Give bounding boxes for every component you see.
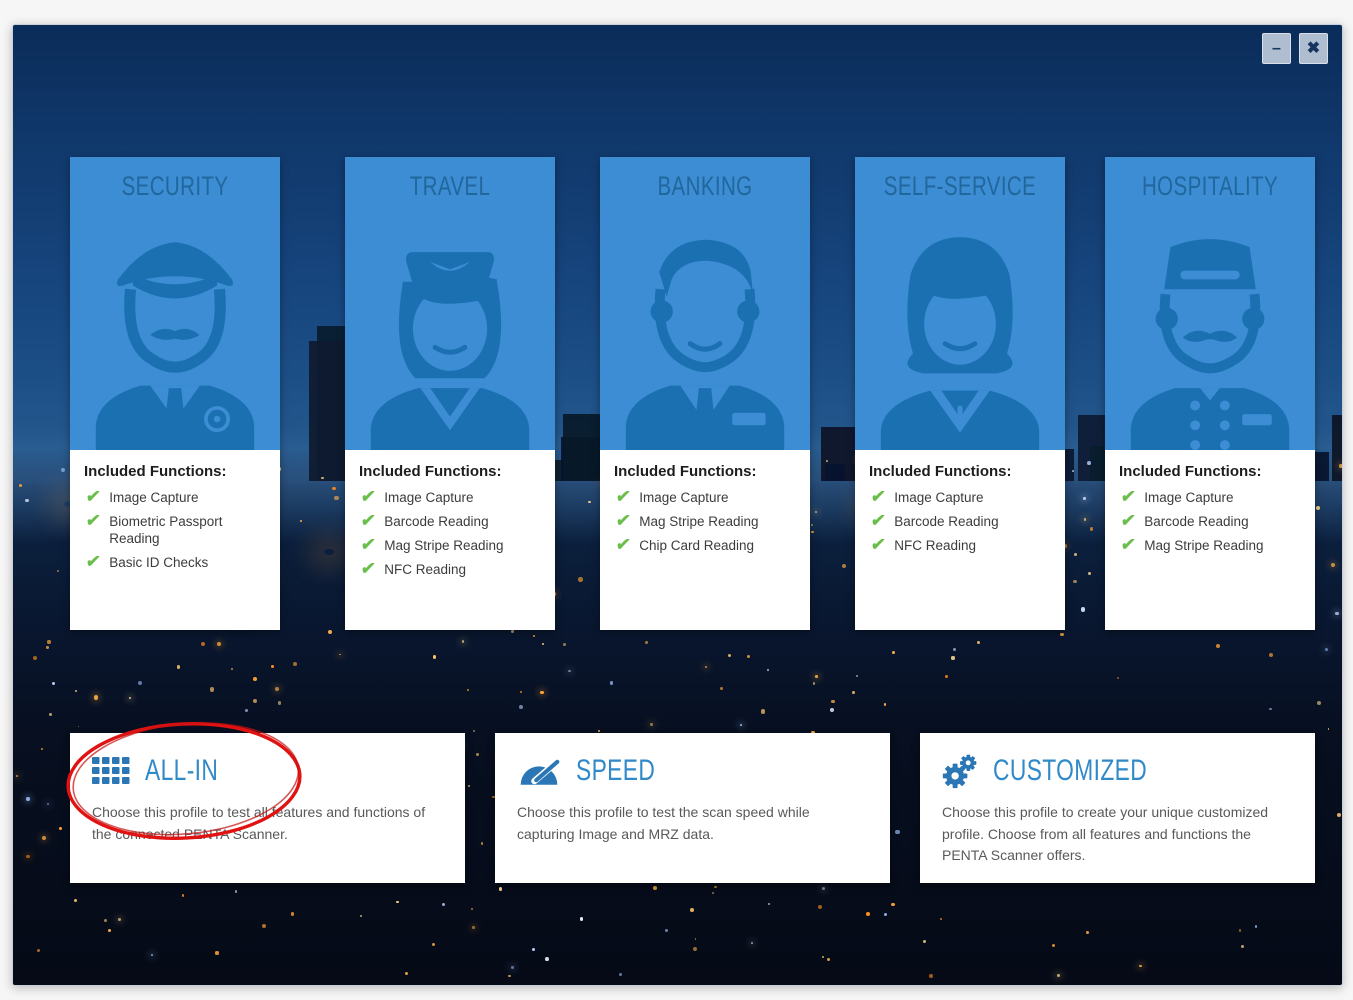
grid-icon (92, 757, 130, 786)
function-item: ✔Barcode Reading (359, 512, 543, 530)
check-icon: ✔ (1120, 512, 1137, 529)
check-icon: ✔ (85, 488, 102, 505)
check-icon: ✔ (1120, 488, 1137, 505)
check-icon: ✔ (360, 488, 377, 505)
close-button[interactable]: ✖ (1299, 33, 1328, 64)
mode-card-all-in[interactable]: ALL-IN Choose this profile to test all f… (70, 733, 465, 883)
check-icon: ✔ (360, 536, 377, 553)
check-icon: ✔ (870, 512, 887, 529)
mode-title: CUSTOMIZED (993, 754, 1147, 788)
functions-heading: Included Functions: (614, 463, 798, 480)
function-item: ✔Image Capture (614, 488, 798, 506)
security-card-header: SECURITY (70, 157, 280, 450)
minimize-button[interactable]: – (1262, 33, 1291, 64)
function-item: ✔Barcode Reading (1119, 512, 1303, 530)
small-gear (960, 755, 976, 771)
self-service-card-header: SELF-SERVICE (855, 157, 1065, 450)
police-officer-avatar (86, 215, 264, 450)
check-icon: ✔ (360, 512, 377, 529)
function-item: ✔Mag Stripe Reading (614, 512, 798, 530)
mode-header: ALL-IN (92, 753, 445, 789)
gears-icon (942, 753, 978, 789)
function-item: ✔Basic ID Checks (84, 553, 268, 571)
profile-title: SELF-SERVICE (880, 171, 1040, 202)
functions-list: ✔Image Capture ✔Barcode Reading ✔Mag Str… (1119, 488, 1303, 554)
functions-list: ✔Image Capture ✔Mag Stripe Reading ✔Chip… (614, 488, 798, 554)
function-item: ✔Biometric Passport Reading (84, 512, 268, 547)
function-item: ✔Image Capture (869, 488, 1053, 506)
banking-card-header: BANKING (600, 157, 810, 450)
mode-description: Choose this profile to create your uniqu… (942, 802, 1295, 867)
functions-heading: Included Functions: (1119, 463, 1303, 480)
travel-functions-panel: Included Functions: ✔Image Capture ✔Barc… (345, 450, 555, 630)
check-icon: ✔ (1120, 536, 1137, 553)
speedometer-icon (517, 755, 561, 787)
service-woman-avatar (871, 215, 1049, 450)
profile-title: BANKING (625, 171, 785, 202)
mode-card-speed[interactable]: SPEED Choose this profile to test the sc… (495, 733, 890, 883)
check-icon: ✔ (85, 512, 102, 529)
check-icon: ✔ (615, 536, 632, 553)
mode-description: Choose this profile to test the scan spe… (517, 802, 870, 845)
function-item: ✔Chip Card Reading (614, 536, 798, 554)
mode-title: SPEED (576, 754, 655, 788)
profile-title: SECURITY (95, 171, 255, 202)
mode-header: SPEED (517, 753, 870, 789)
bellhop-avatar (1121, 215, 1299, 450)
check-icon: ✔ (85, 553, 102, 570)
functions-list: ✔Image Capture ✔Barcode Reading ✔NFC Rea… (869, 488, 1053, 554)
function-item: ✔Barcode Reading (869, 512, 1053, 530)
profile-title: TRAVEL (370, 171, 530, 202)
profile-card-banking[interactable]: BANKING Included Functions: ✔Image Captu… (600, 157, 810, 630)
businessman-avatar (616, 215, 794, 450)
banking-functions-panel: Included Functions: ✔Image Capture ✔Mag … (600, 450, 810, 630)
function-item: ✔Image Capture (1119, 488, 1303, 506)
hospitality-functions-panel: Included Functions: ✔Image Capture ✔Barc… (1105, 450, 1315, 630)
profile-title: HOSPITALITY (1130, 171, 1290, 202)
mode-header: CUSTOMIZED (942, 753, 1295, 789)
function-item: ✔NFC Reading (869, 536, 1053, 554)
function-item: ✔NFC Reading (359, 560, 543, 578)
profile-card-self-service[interactable]: SELF-SERVICE Included Functions: ✔Image … (855, 157, 1065, 630)
function-item: ✔Mag Stripe Reading (1119, 536, 1303, 554)
check-icon: ✔ (870, 536, 887, 553)
function-item: ✔Image Capture (84, 488, 268, 506)
profile-card-hospitality[interactable]: HOSPITALITY Included Functions: ✔Image C… (1105, 157, 1315, 630)
function-item: ✔Mag Stripe Reading (359, 536, 543, 554)
check-icon: ✔ (870, 488, 887, 505)
security-functions-panel: Included Functions: ✔Image Capture ✔Biom… (70, 450, 280, 630)
check-icon: ✔ (615, 512, 632, 529)
check-icon: ✔ (360, 560, 377, 577)
profile-card-security[interactable]: SECURITY Included Functions: ✔Image Capt… (70, 157, 280, 630)
functions-heading: Included Functions: (869, 463, 1053, 480)
self-service-functions-panel: Included Functions: ✔Image Capture ✔Barc… (855, 450, 1065, 630)
mode-card-customized[interactable]: CUSTOMIZED Choose this profile to create… (920, 733, 1315, 883)
check-icon: ✔ (615, 488, 632, 505)
mode-title: ALL-IN (145, 754, 218, 788)
hospitality-card-header: HOSPITALITY (1105, 157, 1315, 450)
function-item: ✔Image Capture (359, 488, 543, 506)
functions-list: ✔Image Capture ✔Barcode Reading ✔Mag Str… (359, 488, 543, 578)
functions-heading: Included Functions: (84, 463, 268, 480)
profile-card-travel[interactable]: TRAVEL Included Functions: ✔Image Captur… (345, 157, 555, 630)
profile-selection-dialog: – ✖ SECURITY Included Functions: ✔Image … (12, 24, 1343, 986)
travel-card-header: TRAVEL (345, 157, 555, 450)
window-controls: – ✖ (1262, 33, 1328, 64)
functions-list: ✔Image Capture ✔Biometric Passport Readi… (84, 488, 268, 571)
flight-attendant-avatar (361, 215, 539, 450)
functions-heading: Included Functions: (359, 463, 543, 480)
mode-description: Choose this profile to test all features… (92, 802, 445, 845)
